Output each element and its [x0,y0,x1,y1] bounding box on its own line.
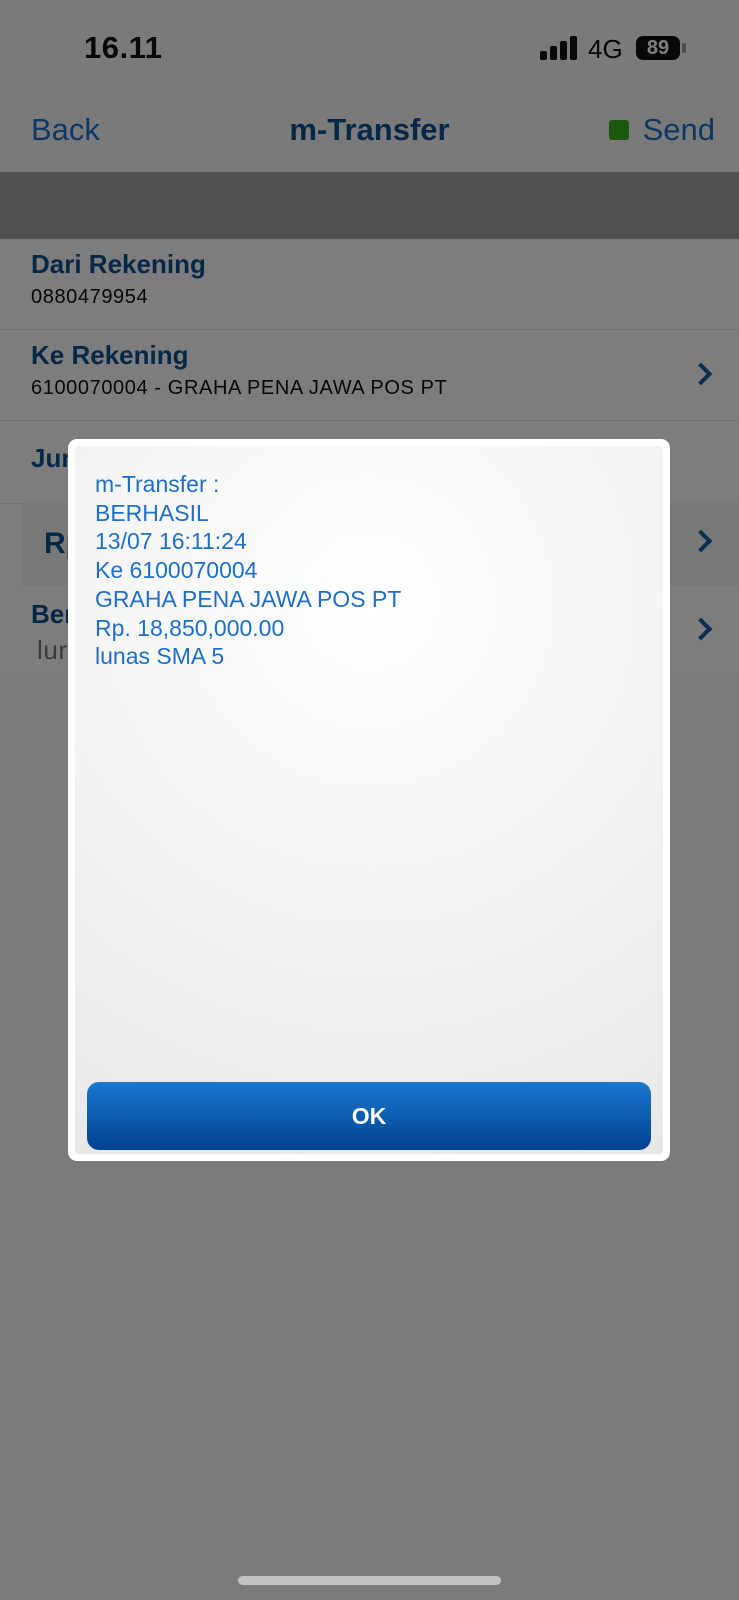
message-line: BERHASIL [95,499,209,526]
ok-button[interactable]: OK [87,1082,651,1150]
dialog-body: m-Transfer : BERHASIL 13/07 16:11:24 Ke … [75,446,663,1154]
result-dialog: m-Transfer : BERHASIL 13/07 16:11:24 Ke … [68,439,670,1161]
screen: 16.11 4G 89 Back m-Transfer Send Dari Re… [0,0,739,1600]
message-line: lunas SMA 5 [95,643,225,670]
message-line: m-Transfer : [95,471,220,497]
message-line: GRAHA PENA JAWA POS PT [95,585,402,612]
message-line: 13/07 16:11:24 [95,528,247,555]
message-line: Ke 6100070004 [95,557,258,584]
result-message: m-Transfer : BERHASIL 13/07 16:11:24 Ke … [95,470,401,671]
home-indicator[interactable] [238,1576,501,1585]
message-line: Rp. 18,850,000.00 [95,614,285,641]
